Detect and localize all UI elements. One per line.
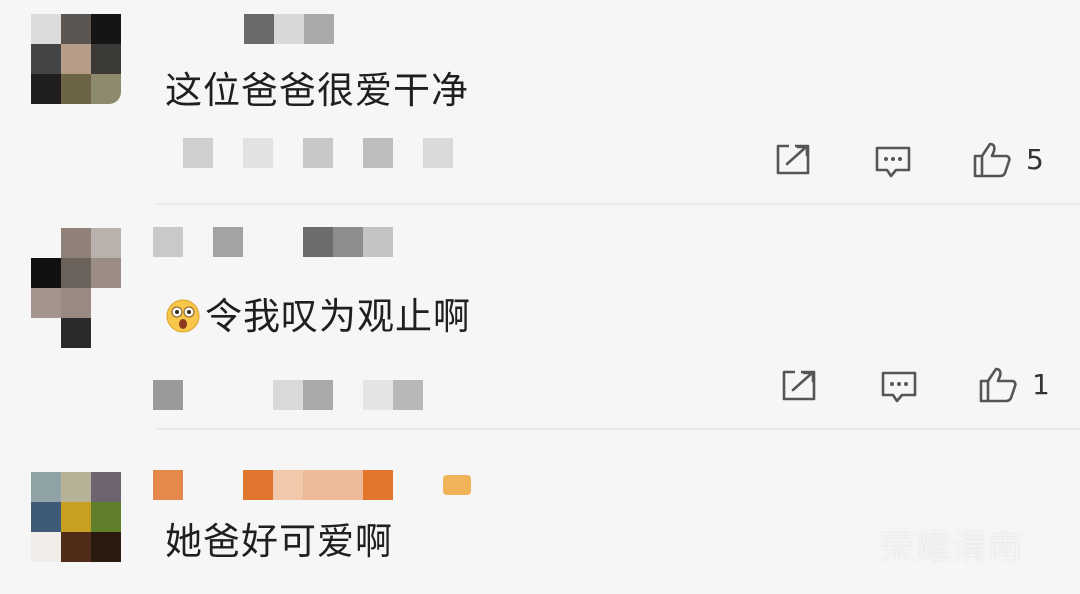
comment-text: 这位爸爸很爱干净 (165, 69, 469, 113)
name-mosaic-block (244, 14, 274, 44)
share-icon (782, 370, 816, 401)
share-button[interactable] (775, 143, 811, 177)
timestamp-redacted (183, 138, 453, 168)
name-mosaic-block (183, 470, 243, 500)
avatar-pixel (31, 502, 61, 532)
avatar-pixel (91, 472, 121, 502)
username-redacted[interactable] (153, 227, 393, 257)
meta-mosaic-block (243, 138, 273, 168)
username-redacted[interactable] (244, 14, 334, 44)
avatar-pixel (91, 288, 121, 318)
share-button[interactable] (781, 369, 817, 403)
name-mosaic-block (333, 227, 363, 257)
user-avatar[interactable] (31, 228, 121, 318)
avatar-pixel (61, 258, 91, 288)
meta-mosaic-block (303, 138, 333, 168)
watermark-text: 荣耀渭南 (880, 528, 1024, 568)
name-mosaic-block (153, 227, 183, 257)
comment-text: 令我叹为观止啊 (165, 295, 471, 339)
comment-text: 她爸好可爱啊 (165, 520, 393, 564)
name-mosaic-block (303, 227, 333, 257)
meta-mosaic-block (363, 380, 393, 410)
avatar-pixel (91, 532, 121, 562)
user-avatar[interactable] (31, 14, 121, 104)
avatar-pixel (31, 74, 61, 104)
name-mosaic-block (273, 470, 303, 500)
avatar-pixel (91, 258, 121, 288)
avatar-pixel (61, 228, 91, 258)
share-icon (776, 144, 810, 175)
meta-mosaic-block (183, 138, 213, 168)
comment-divider (157, 428, 1080, 430)
like-count: 1 (1032, 368, 1050, 401)
avatar-pixel (61, 44, 91, 74)
name-mosaic-block (153, 470, 183, 500)
meta-mosaic-block (393, 380, 423, 410)
avatar-pixel (61, 288, 91, 318)
meta-mosaic-block (303, 380, 333, 410)
comment-text-content: 她爸好可爱啊 (165, 520, 393, 563)
avatar-pixel (61, 532, 91, 562)
avatar-pixel (31, 14, 61, 44)
name-mosaic-block (443, 475, 471, 495)
reply-icon (875, 146, 911, 178)
avatar-pixel (61, 74, 91, 104)
avatar-pixel (61, 14, 91, 44)
meta-mosaic-block (273, 380, 303, 410)
thumbs-up-icon (979, 367, 1017, 403)
avatar-pixel (91, 228, 121, 258)
name-mosaic-block (213, 227, 243, 257)
avatar-pixel (31, 288, 61, 318)
meta-mosaic-block (153, 380, 183, 410)
comment-text-content: 令我叹为观止啊 (205, 295, 471, 338)
comment-divider (157, 203, 1080, 205)
reply-button[interactable] (874, 145, 912, 179)
name-mosaic-block (243, 470, 273, 500)
meta-mosaic-block (423, 138, 453, 168)
avatar-pixel (31, 472, 61, 502)
like-button[interactable]: 1 (978, 366, 1050, 404)
like-button[interactable]: 5 (972, 141, 1044, 179)
name-mosaic-block (303, 470, 363, 500)
name-mosaic-block (363, 470, 393, 500)
avatar-pixel (91, 44, 121, 74)
like-count: 5 (1026, 143, 1044, 176)
avatar-pixel (31, 532, 61, 562)
avatar-pixel (61, 472, 91, 502)
username-redacted[interactable] (153, 470, 471, 500)
avatar-pixel (91, 14, 121, 44)
reply-button[interactable] (880, 370, 918, 404)
comment-text-content: 这位爸爸很爱干净 (165, 69, 469, 112)
meta-mosaic-block (363, 138, 393, 168)
astonished-face-icon (166, 299, 200, 333)
name-mosaic-block (274, 14, 304, 44)
name-mosaic-block (363, 227, 393, 257)
user-avatar[interactable] (31, 472, 121, 562)
reply-icon (881, 371, 917, 403)
avatar-pixel (31, 228, 61, 258)
avatar-pixel (31, 258, 61, 288)
timestamp-redacted (153, 380, 423, 410)
avatar-pixel (91, 502, 121, 532)
avatar-pixel (31, 44, 61, 74)
avatar-pixel (61, 502, 91, 532)
avatar-pixel-extra (61, 318, 91, 348)
thumbs-up-icon (973, 142, 1011, 178)
avatar-pixel (91, 74, 121, 104)
name-mosaic-block (304, 14, 334, 44)
